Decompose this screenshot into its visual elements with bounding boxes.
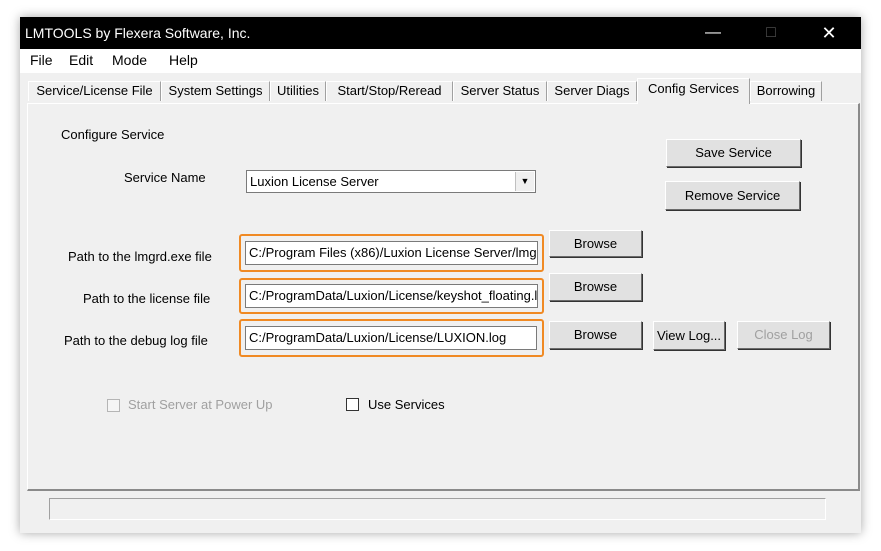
remove-service-button[interactable]: Remove Service — [665, 181, 800, 210]
menu-edit[interactable]: Edit — [69, 52, 93, 68]
save-service-button[interactable]: Save Service — [666, 139, 801, 167]
tab-service-license-file[interactable]: Service/License File — [28, 81, 161, 101]
close-icon[interactable]: ✕ — [806, 17, 852, 49]
maximize-icon: □ — [766, 24, 776, 41]
service-name-combo[interactable]: Luxion License Server ▼ — [246, 170, 536, 193]
status-bar — [49, 498, 826, 520]
debug-log-path-label: Path to the debug log file — [64, 333, 208, 348]
tab-utilities[interactable]: Utilities — [270, 81, 326, 101]
browse-debug-log-button[interactable]: Browse — [549, 321, 642, 349]
menu-mode[interactable]: Mode — [112, 52, 147, 68]
configure-service-label: Configure Service — [61, 127, 165, 142]
license-path-label: Path to the license file — [83, 291, 211, 306]
browse-license-button[interactable]: Browse — [549, 273, 642, 301]
use-services-label[interactable]: Use Services — [368, 397, 445, 412]
chevron-down-icon[interactable]: ▼ — [515, 172, 534, 191]
start-server-checkbox — [107, 399, 120, 412]
window-title: LMTOOLS by Flexera Software, Inc. — [25, 25, 251, 41]
start-server-label: Start Server at Power Up — [128, 397, 273, 412]
close-log-button: Close Log — [737, 321, 830, 349]
minimize-icon[interactable]: ― — [690, 17, 736, 49]
lmgrd-path-input[interactable]: C:/Program Files (x86)/Luxion License Se… — [245, 241, 538, 265]
use-services-checkbox[interactable] — [346, 398, 359, 411]
tab-strip: Service/License File System Settings Uti… — [20, 73, 861, 104]
tab-server-diags[interactable]: Server Diags — [547, 81, 637, 101]
tab-borrowing[interactable]: Borrowing — [750, 81, 822, 101]
tab-start-stop-reread[interactable]: Start/Stop/Reread — [326, 81, 453, 101]
lmgrd-path-label: Path to the lmgrd.exe file — [68, 249, 212, 264]
title-bar[interactable]: LMTOOLS by Flexera Software, Inc. ― □ ✕ — [20, 17, 861, 49]
menu-bar: File Edit Mode Help — [20, 49, 861, 73]
menu-help[interactable]: Help — [169, 52, 198, 68]
menu-file[interactable]: File — [30, 52, 53, 68]
debug-log-path-input[interactable]: C:/ProgramData/Luxion/License/LUXION.log — [245, 326, 537, 350]
tab-system-settings[interactable]: System Settings — [161, 81, 270, 101]
license-path-input[interactable]: C:/ProgramData/Luxion/License/keyshot_fl… — [245, 284, 538, 308]
service-name-value: Luxion License Server — [250, 174, 379, 189]
tab-config-services[interactable]: Config Services — [637, 78, 750, 104]
lmtools-window: LMTOOLS by Flexera Software, Inc. ― □ ✕ … — [20, 17, 861, 533]
view-log-button[interactable]: View Log... — [653, 321, 725, 350]
service-name-label: Service Name — [124, 170, 206, 185]
tab-server-status[interactable]: Server Status — [453, 81, 547, 101]
browse-lmgrd-button[interactable]: Browse — [549, 230, 642, 257]
